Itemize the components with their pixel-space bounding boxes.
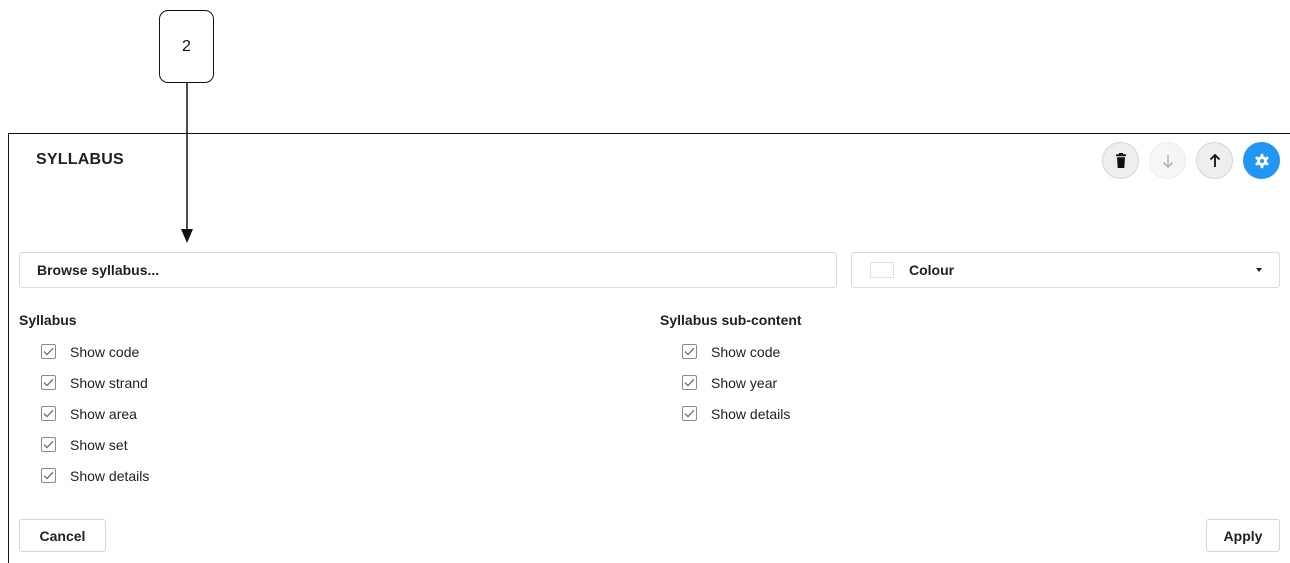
syllabus-panel: SYLLABUS Browse syllabus... Colour Sylla… (8, 133, 1290, 563)
callout-number: 2 (159, 10, 214, 83)
subcontent-options-group: Syllabus sub-content Show code Show year S… (660, 310, 802, 429)
checkbox-option[interactable]: Show code (682, 336, 802, 367)
caret-down-icon (1256, 268, 1262, 272)
checkbox[interactable] (41, 468, 56, 483)
gear-icon (1254, 153, 1269, 168)
trash-icon (1115, 152, 1126, 168)
checkbox-option[interactable]: Show details (41, 460, 149, 491)
cancel-label: Cancel (39, 527, 86, 544)
checkbox-label: Show details (711, 405, 791, 422)
syllabus-options-list: Show code Show strand Show area Show set Sho… (41, 336, 149, 491)
apply-label: Apply (1223, 527, 1263, 544)
checkbox[interactable] (682, 375, 697, 390)
checkbox[interactable] (41, 344, 56, 359)
settings-button[interactable] (1243, 142, 1280, 179)
check-icon (43, 409, 54, 418)
checkbox-label: Show details (70, 467, 150, 484)
move-up-button[interactable] (1196, 142, 1233, 179)
checkbox-label: Show set (70, 436, 128, 453)
check-icon (684, 347, 695, 356)
move-down-button[interactable] (1149, 142, 1186, 179)
arrow-up-icon (1209, 153, 1220, 167)
checkbox-option[interactable]: Show strand (41, 367, 149, 398)
checkbox-label: Show area (70, 405, 137, 422)
subcontent-options-list: Show code Show year Show details (682, 336, 802, 429)
syllabus-group-title: Syllabus (19, 312, 77, 328)
checkbox[interactable] (41, 406, 56, 421)
colour-swatch (870, 262, 894, 278)
panel-title: SYLLABUS (36, 151, 124, 168)
check-icon (43, 440, 54, 449)
checkbox-option[interactable]: Show code (41, 336, 149, 367)
cancel-button[interactable]: Cancel (19, 519, 106, 552)
checkbox-option[interactable]: Show year (682, 367, 802, 398)
delete-button[interactable] (1102, 142, 1139, 179)
checkbox-option[interactable]: Show area (41, 398, 149, 429)
check-icon (684, 409, 695, 418)
checkbox-option[interactable]: Show set (41, 429, 149, 460)
checkbox-option[interactable]: Show details (682, 398, 802, 429)
check-icon (43, 347, 54, 356)
checkbox-label: Show code (70, 343, 140, 360)
checkbox[interactable] (41, 437, 56, 452)
browse-syllabus-label: Browse syllabus... (37, 262, 160, 278)
colour-select[interactable]: Colour (851, 252, 1280, 288)
checkbox-label: Show strand (70, 374, 148, 391)
checkbox[interactable] (682, 406, 697, 421)
checkbox-label: Show year (711, 374, 778, 391)
check-icon (43, 378, 54, 387)
subcontent-group-title: Syllabus sub-content (660, 312, 802, 328)
syllabus-options-group: Syllabus Show code Show strand Show area Sh… (19, 310, 149, 491)
check-icon (684, 378, 695, 387)
browse-syllabus-button[interactable]: Browse syllabus... (19, 252, 837, 288)
arrow-down-icon (1162, 154, 1173, 168)
check-icon (43, 471, 54, 480)
checkbox[interactable] (682, 344, 697, 359)
panel-actions (1102, 142, 1280, 179)
colour-label: Colour (909, 262, 955, 278)
apply-button[interactable]: Apply (1206, 519, 1280, 552)
checkbox-label: Show code (711, 343, 781, 360)
checkbox[interactable] (41, 375, 56, 390)
